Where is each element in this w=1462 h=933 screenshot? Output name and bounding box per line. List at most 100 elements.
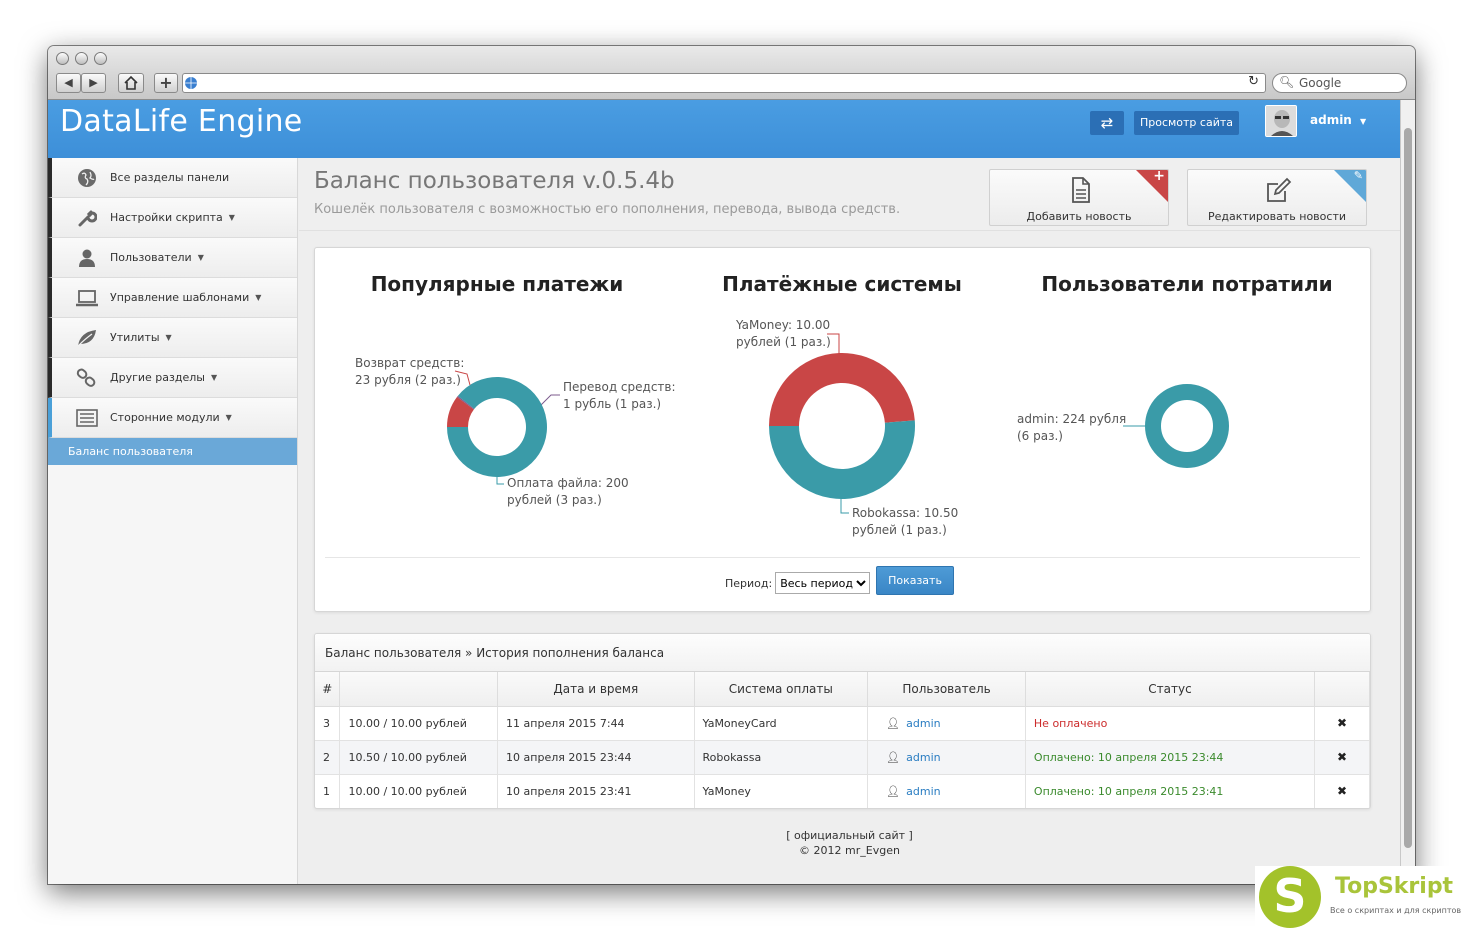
sidebar-item-script-settings[interactable]: Настройки скрипта ▼ — [48, 198, 297, 238]
table-row: 2 10.50 / 10.00 рублей 10 апреля 2015 23… — [315, 740, 1370, 775]
avatar[interactable] — [1265, 105, 1297, 137]
user-menu[interactable]: admin ▼ — [1310, 113, 1366, 127]
new-tab-button[interactable]: + — [154, 73, 178, 93]
label-admin-2: (6 раз.) — [1017, 429, 1063, 443]
column-status[interactable]: Статус — [1025, 672, 1316, 707]
edit-news-button[interactable]: Редактировать новости ✎ — [1187, 169, 1367, 226]
label-transfer-2: 1 рубль (1 раз.) — [563, 397, 661, 411]
forward-button[interactable]: ▶ — [81, 73, 106, 93]
user-link[interactable]: admin — [906, 785, 940, 798]
sidebar-item-label: Другие разделы — [110, 371, 205, 384]
table-row: 1 10.00 / 10.00 рублей 10 апреля 2015 23… — [315, 774, 1370, 808]
cell-user: 👤︎ admin — [867, 706, 1026, 741]
add-news-button[interactable]: Добавить новость + — [989, 169, 1169, 226]
cell-amount: 10.00 / 10.00 рублей — [339, 774, 499, 808]
sidebar-item-label: Утилиты — [110, 331, 160, 344]
label-file-1: Оплата файла: 200 — [507, 476, 629, 490]
caret-down-icon: ▼ — [210, 373, 218, 382]
user-link[interactable]: admin — [906, 751, 940, 764]
breadcrumb: Баланс пользователя » История пополнения… — [315, 634, 1370, 672]
back-arrow-icon: ◀ — [64, 76, 73, 89]
delete-icon[interactable]: ✖ — [1337, 716, 1347, 730]
user-name: admin — [1310, 113, 1352, 127]
main-content: Баланс пользователя v.0.5.4b Кошелёк пол… — [299, 158, 1400, 884]
cell-date: 10 апреля 2015 23:41 — [497, 774, 695, 808]
donut-slice-admin[interactable] — [1145, 384, 1229, 468]
view-site-button[interactable]: Просмотр сайта — [1134, 111, 1239, 135]
label-refund-1: Возврат средств: — [355, 356, 464, 370]
sidebar-item-label: Настройки скрипта — [110, 211, 223, 224]
sidebar-item-templates[interactable]: Управление шаблонами ▼ — [48, 278, 297, 318]
column-user[interactable]: Пользователь — [867, 672, 1026, 707]
label-refund-2: 23 рубля (2 раз.) — [355, 373, 461, 387]
page-header: Баланс пользователя v.0.5.4b Кошелёк пол… — [299, 158, 1400, 231]
reload-icon[interactable]: ↻ — [1248, 74, 1259, 89]
back-button[interactable]: ◀ — [56, 73, 81, 93]
delete-icon[interactable]: ✖ — [1337, 750, 1347, 764]
plus-icon: + — [159, 73, 173, 92]
user-link[interactable]: admin — [906, 717, 940, 730]
cell-date: 11 апреля 2015 7:44 — [497, 706, 695, 741]
caret-down-icon: ▼ — [165, 333, 172, 342]
home-icon — [124, 75, 138, 90]
column-id[interactable]: # — [315, 672, 341, 707]
zoom-window-button[interactable] — [94, 52, 107, 65]
sidebar-item-users[interactable]: Пользователи ▼ — [48, 238, 297, 278]
cell-amount: 10.00 / 10.00 рублей — [339, 706, 499, 741]
switch-button[interactable]: ⇄ — [1090, 111, 1124, 135]
cell-id: 3 — [315, 706, 341, 741]
list-icon — [76, 407, 98, 429]
donut-slice-оплата-файла[interactable] — [447, 377, 547, 477]
sidebar-item-utilities[interactable]: Утилиты ▼ — [48, 318, 297, 358]
user-icon — [76, 247, 98, 269]
cell-status: Оплачено: 10 апреля 2015 23:41 — [1025, 774, 1316, 808]
cell-status: Оплачено: 10 апреля 2015 23:44 — [1025, 740, 1316, 775]
donut-slice-yamoney[interactable] — [769, 353, 915, 426]
sidebar-item-all-sections[interactable]: Все разделы панели — [48, 158, 297, 198]
edit-icon — [1267, 177, 1292, 202]
vertical-scrollbar[interactable] — [1400, 100, 1415, 884]
search-field[interactable]: 🔍︎ Google — [1272, 73, 1407, 93]
caret-down-icon: ▼ — [228, 213, 235, 222]
label-yamoney-2: рублей (1 раз.) — [736, 335, 831, 349]
donut-slice-robokassa[interactable] — [769, 420, 915, 500]
copyright: © 2012 mr_Evgen — [799, 844, 900, 857]
browser-toolbar: ◀ ▶ + ↻ 🔍︎ Google — [48, 46, 1415, 100]
admin-header: DataLife Engine ⇄ Просмотр сайта admin ▼ — [48, 100, 1400, 158]
address-bar[interactable]: ↻ — [182, 73, 1266, 93]
sidebar-item-other-sections[interactable]: Другие разделы ▼ — [48, 358, 297, 398]
close-window-button[interactable] — [56, 52, 69, 65]
column-system[interactable]: Система оплаты — [694, 672, 869, 707]
period-label: Период: — [725, 576, 773, 590]
label-file-2: рублей (3 раз.) — [507, 493, 602, 507]
user-icon: 👤︎ — [886, 784, 901, 798]
official-site-link[interactable]: [ официальный сайт ] — [299, 828, 1400, 843]
minimize-window-button[interactable] — [75, 52, 88, 65]
sidebar: Все разделы панели Настройки скрипта ▼ П… — [48, 158, 298, 884]
breadcrumb-root[interactable]: Баланс пользователя — [325, 646, 461, 660]
cell-actions: ✖ — [1314, 774, 1370, 808]
charts-panel: Популярные платежи Платёжные системы Пол… — [314, 247, 1371, 612]
home-button[interactable] — [118, 73, 144, 93]
sidebar-item-label: Пользователи — [110, 251, 192, 264]
watermark-subtitle: Все о скриптах и для скриптов... — [1330, 906, 1462, 915]
column-date[interactable]: Дата и время — [497, 672, 695, 707]
sidebar-item-label: Сторонние модули — [110, 411, 220, 424]
show-button[interactable]: Показать — [876, 566, 954, 595]
period-select[interactable]: Весь период — [775, 572, 871, 594]
delete-icon[interactable]: ✖ — [1337, 784, 1347, 798]
sidebar-subitem-user-balance[interactable]: Баланс пользователя — [48, 438, 297, 465]
user-icon: 👤︎ — [886, 750, 901, 764]
user-icon: 👤︎ — [886, 716, 901, 730]
breadcrumb-separator: » — [461, 646, 477, 660]
logo[interactable]: DataLife Engine — [60, 104, 303, 139]
watermark-title: TopSkript — [1335, 874, 1454, 899]
label-robokassa-1: Robokassa: 10.50 — [852, 506, 958, 520]
cell-system: Robokassa — [694, 740, 869, 775]
label-transfer-1: Перевод средств: — [563, 380, 676, 394]
period-filter: Период: Весь период — [725, 572, 871, 594]
sidebar-item-third-party-modules[interactable]: Сторонние модули ▼ — [48, 398, 297, 438]
edit-news-label: Редактировать новости — [1207, 210, 1346, 223]
scrollbar-thumb[interactable] — [1404, 128, 1412, 848]
globe-icon — [76, 167, 98, 189]
